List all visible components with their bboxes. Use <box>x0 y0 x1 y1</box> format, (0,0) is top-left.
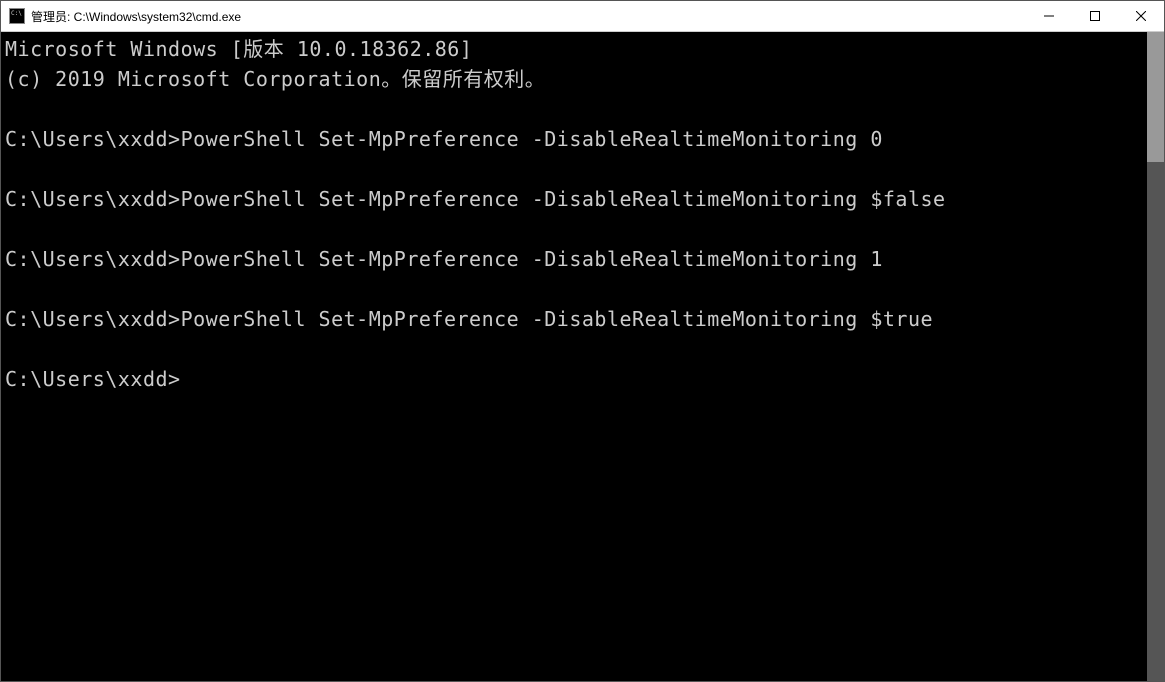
minimize-button[interactable] <box>1026 1 1072 31</box>
close-icon <box>1136 11 1146 21</box>
vertical-scrollbar[interactable] <box>1147 32 1164 681</box>
maximize-button[interactable] <box>1072 1 1118 31</box>
command-input: PowerShell Set-MpPreference -DisableReal… <box>181 247 883 271</box>
window-controls <box>1026 1 1164 31</box>
header-line-1: Microsoft Windows [版本 10.0.18362.86] <box>5 37 472 61</box>
terminal-area[interactable]: Microsoft Windows [版本 10.0.18362.86] (c)… <box>1 32 1164 681</box>
minimize-icon <box>1044 11 1054 21</box>
cmd-icon <box>9 8 25 24</box>
cmd-window: 管理员: C:\Windows\system32\cmd.exe Mi <box>0 0 1165 682</box>
terminal-content: Microsoft Windows [版本 10.0.18362.86] (c)… <box>5 34 1160 394</box>
command-input: PowerShell Set-MpPreference -DisableReal… <box>181 127 883 151</box>
titlebar[interactable]: 管理员: C:\Windows\system32\cmd.exe <box>1 1 1164 32</box>
close-button[interactable] <box>1118 1 1164 31</box>
maximize-icon <box>1090 11 1100 21</box>
scrollbar-thumb[interactable] <box>1147 32 1164 162</box>
prompt: C:\Users\xxdd> <box>5 307 181 331</box>
header-line-2: (c) 2019 Microsoft Corporation。保留所有权利。 <box>5 67 545 91</box>
current-prompt: C:\Users\xxdd> <box>5 367 181 391</box>
command-input: PowerShell Set-MpPreference -DisableReal… <box>181 307 933 331</box>
prompt: C:\Users\xxdd> <box>5 127 181 151</box>
prompt: C:\Users\xxdd> <box>5 247 181 271</box>
command-input: PowerShell Set-MpPreference -DisableReal… <box>181 187 946 211</box>
prompt: C:\Users\xxdd> <box>5 187 181 211</box>
titlebar-left: 管理员: C:\Windows\system32\cmd.exe <box>1 8 241 25</box>
window-title: 管理员: C:\Windows\system32\cmd.exe <box>31 8 241 25</box>
